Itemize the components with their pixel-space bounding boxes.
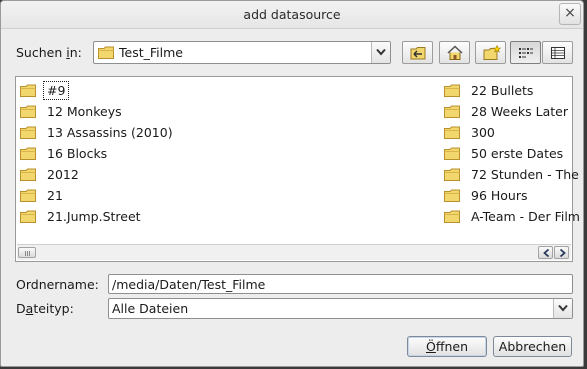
file-list-item[interactable]: 12 Monkeys <box>16 101 177 122</box>
chevron-down-icon <box>376 48 386 56</box>
file-list-item[interactable]: 16 Blocks <box>16 143 177 164</box>
new-folder-icon <box>483 45 501 60</box>
home-button[interactable] <box>439 41 470 64</box>
horizontal-scrollbar[interactable] <box>17 244 571 260</box>
detail-view-icon <box>551 47 565 59</box>
folder-icon <box>444 189 460 202</box>
folder-icon <box>444 126 460 139</box>
folder-icon <box>20 126 36 139</box>
file-list-item-name: 21 <box>47 188 63 203</box>
file-list-item[interactable]: 13 Assassins (2010) <box>16 122 177 143</box>
scroll-right-button[interactable] <box>554 246 569 259</box>
scrollbar-thumb[interactable] <box>18 247 36 258</box>
folder-name-label: Ordnername: <box>16 277 99 292</box>
chevron-down-icon <box>558 304 568 312</box>
file-list-item[interactable]: 72 Stunden - The <box>440 164 583 185</box>
file-list-item[interactable]: 21 <box>16 185 177 206</box>
folder-name-input[interactable] <box>109 275 572 293</box>
file-list-item-name: 28 Weeks Later <box>471 104 568 119</box>
file-list-column-1: #9 12 Monkeys 13 Assassins (2010) 16 Blocks… <box>16 80 177 227</box>
folder-name-field[interactable] <box>108 274 573 294</box>
folder-icon <box>20 189 36 202</box>
file-list-item-name: 50 erste Dates <box>471 146 564 161</box>
look-in-dropdown-arrow[interactable] <box>371 42 390 63</box>
file-list-column-2: 22 Bullets 28 Weeks Later 300 50 erste Date… <box>440 80 583 227</box>
look-in-value: Test_Filme <box>119 45 183 60</box>
arrow-right-icon <box>559 249 566 257</box>
title-bar: add datasource × <box>1 1 583 29</box>
file-list-item-name: #9 <box>43 81 70 100</box>
look-in-combobox[interactable]: Test_Filme <box>93 41 391 64</box>
file-type-label: Dateityp: <box>16 301 74 316</box>
file-list-item-name: 13 Assassins (2010) <box>47 125 173 140</box>
folder-icon <box>444 105 460 118</box>
cancel-button[interactable]: Abbrechen <box>493 336 572 357</box>
folder-icon <box>444 168 460 181</box>
file-list-item-name: 96 Hours <box>471 188 528 203</box>
arrow-left-icon <box>543 249 550 257</box>
open-button[interactable]: Öffnen <box>407 336 487 357</box>
look-in-label: Suchen in: <box>16 45 82 60</box>
folder-icon <box>20 84 36 97</box>
file-list-item[interactable]: 300 <box>440 122 583 143</box>
file-type-dropdown-arrow[interactable] <box>553 299 572 318</box>
folder-icon <box>98 46 114 59</box>
add-datasource-dialog: add datasource × Suchen in: Test_Filme #… <box>0 0 584 367</box>
file-list-item[interactable]: 50 erste Dates <box>440 143 583 164</box>
file-list-item-name: 72 Stunden - The <box>471 167 579 182</box>
file-list-item-name: A-Team - Der Film <box>471 209 580 224</box>
folder-icon <box>444 210 460 223</box>
file-list-item-name: 21.Jump.Street <box>47 209 141 224</box>
file-type-value: Alle Dateien <box>112 301 189 316</box>
file-list-item-name: 300 <box>471 125 495 140</box>
folder-icon <box>20 147 36 160</box>
file-list-item[interactable]: 96 Hours <box>440 185 583 206</box>
scroll-left-button[interactable] <box>538 246 553 259</box>
list-view-icon <box>519 48 533 58</box>
close-icon[interactable]: × <box>559 3 581 25</box>
file-list-item-name: 12 Monkeys <box>47 104 122 119</box>
folder-icon <box>20 168 36 181</box>
back-button[interactable] <box>402 41 433 64</box>
detail-view-button[interactable] <box>542 41 573 64</box>
file-list[interactable]: #9 12 Monkeys 13 Assassins (2010) 16 Blocks… <box>15 76 580 262</box>
file-type-combobox[interactable]: Alle Dateien <box>108 298 573 319</box>
list-view-button[interactable] <box>510 41 541 64</box>
file-list-item[interactable]: 21.Jump.Street <box>16 206 177 227</box>
folder-icon <box>20 210 36 223</box>
folder-back-icon <box>410 47 426 60</box>
file-list-item[interactable]: A-Team - Der Film <box>440 206 583 227</box>
new-folder-button[interactable] <box>475 41 506 64</box>
file-list-item-name: 16 Blocks <box>47 146 108 161</box>
file-list-item[interactable]: 22 Bullets <box>440 80 583 101</box>
folder-icon <box>444 84 460 97</box>
file-list-item[interactable]: 28 Weeks Later <box>440 101 583 122</box>
file-list-item[interactable]: #9 <box>16 80 177 101</box>
dialog-title: add datasource <box>243 7 341 22</box>
folder-icon <box>444 147 460 160</box>
folder-icon <box>20 105 36 118</box>
file-list-item-name: 22 Bullets <box>471 83 534 98</box>
file-list-item-name: 2012 <box>47 167 79 182</box>
home-icon <box>447 45 463 60</box>
file-list-item[interactable]: 2012 <box>16 164 177 185</box>
